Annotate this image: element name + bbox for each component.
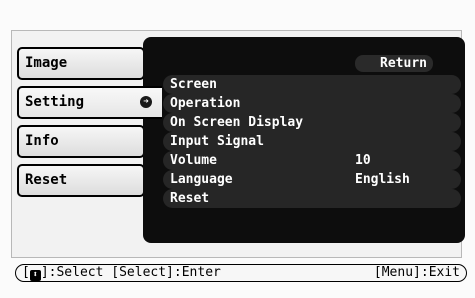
submenu-row-reset[interactable]: Reset	[163, 189, 461, 208]
key-guide-left: [⬍]:Select [Select]:Enter	[22, 265, 221, 281]
menu-tab-info[interactable]: Info	[17, 125, 145, 158]
submenu-row-label: Reset	[170, 191, 210, 206]
submenu-row-label: Volume	[170, 153, 217, 168]
enter-arrow-icon: ➜	[140, 96, 152, 108]
submenu-row-screen[interactable]: Screen	[163, 75, 461, 94]
key-guide-exit-text: [Menu]:Exit	[373, 265, 460, 280]
menu-tab-label: Info	[25, 133, 59, 149]
setting-submenu-panel: Return Screen Operation On Screen Displa…	[143, 37, 465, 243]
submenu-row-label: Input Signal	[170, 134, 264, 149]
projector-menu-screen: Image Setting ➜ Info Reset Return Screen…	[0, 0, 475, 298]
submenu-row-volume[interactable]: Volume 10	[163, 151, 461, 170]
menu-tab-reset[interactable]: Reset	[17, 164, 145, 197]
menu-tab-label: Setting	[25, 94, 85, 110]
menu-tab-setting[interactable]: Setting ➜	[17, 86, 162, 119]
up-down-arrow-icon: ⬍	[29, 270, 41, 281]
menu-tab-label: Reset	[25, 172, 68, 188]
key-guide-bracket: [	[22, 265, 30, 280]
submenu-row-label: On Screen Display	[170, 115, 304, 130]
menu-tab-label: Image	[25, 55, 68, 71]
key-guide-select-enter-text: ]:Select [Select]:Enter	[40, 265, 221, 280]
submenu-row-input-signal[interactable]: Input Signal	[163, 132, 461, 151]
menu-tab-image[interactable]: Image	[17, 47, 145, 80]
submenu-row-label: Language	[170, 172, 233, 187]
return-button[interactable]: Return	[355, 55, 433, 72]
submenu-row-label: Operation	[170, 96, 241, 111]
key-guide-bar: [⬍]:Select [Select]:Enter [Menu]:Exit	[15, 264, 467, 282]
submenu-row-label: Screen	[170, 77, 217, 92]
submenu-row-language[interactable]: Language English	[163, 170, 461, 189]
submenu-row-value: 10	[355, 153, 371, 168]
submenu-row-operation[interactable]: Operation	[163, 94, 461, 113]
submenu-row-value: English	[355, 172, 410, 187]
submenu-row-on-screen-display[interactable]: On Screen Display	[163, 113, 461, 132]
